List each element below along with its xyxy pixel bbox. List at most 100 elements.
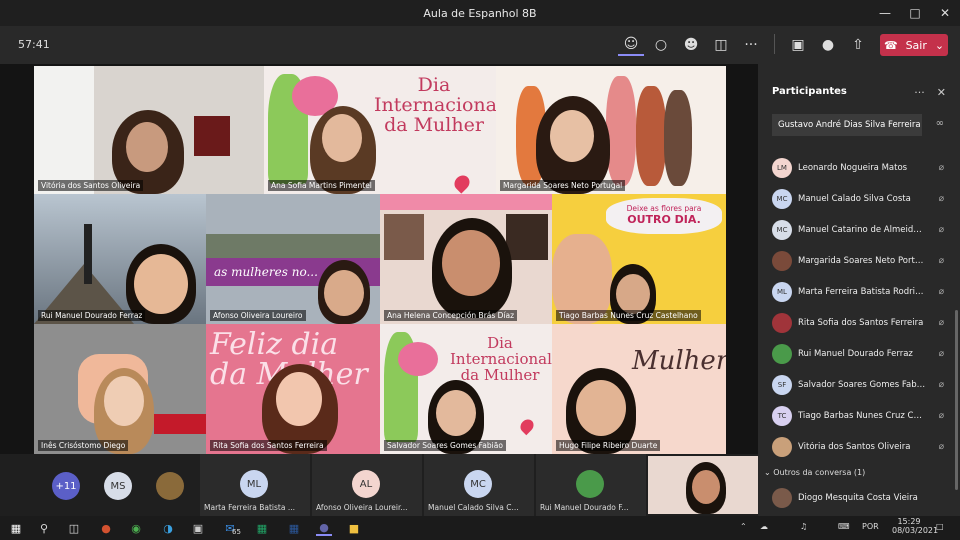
participant-item[interactable]: MC Manuel Catarino de Almeida ... ⌀: [772, 214, 944, 245]
file-explorer-icon[interactable]: ■: [346, 520, 362, 536]
participant-item[interactable]: ML Marta Ferreira Batista Rodrigu... ⌀: [772, 276, 944, 307]
leave-button[interactable]: ☎ Sair ⌄: [880, 34, 948, 56]
avatar: [772, 488, 792, 508]
participant-item[interactable]: MC Manuel Calado Silva Costa ⌀: [772, 183, 944, 214]
video-tile[interactable]: Inês Crisóstomo Diego: [34, 324, 206, 454]
section-header[interactable]: ⌄ Outros da conversa (1): [764, 468, 865, 477]
meeting-toolbar: 57:41 ☺ ○ ☻ ◫ ··· ▣ ● ⇧ ☎ Sair ⌄: [0, 26, 960, 64]
mic-muted-icon: ⌀: [938, 379, 944, 390]
video-tile[interactable]: Deixe as flores para OUTRO DIA. Tiago Ba…: [552, 194, 726, 324]
avatar-initials: MC: [470, 478, 486, 490]
collage-photo: [384, 214, 424, 260]
mic-muted-icon: ⌀: [938, 162, 944, 173]
powerpoint-icon[interactable]: ●: [98, 520, 114, 536]
more-options-icon[interactable]: ···: [914, 86, 925, 99]
clock-time: 15:29: [897, 517, 921, 526]
avatar[interactable]: [156, 472, 184, 500]
chrome-icon[interactable]: ◉: [128, 520, 144, 536]
close-panel-icon[interactable]: ✕: [937, 86, 946, 99]
scrollbar[interactable]: [955, 310, 958, 490]
chevron-down-icon[interactable]: ⌄: [935, 39, 944, 52]
mic-muted-icon: ⌀: [938, 348, 944, 359]
poster-line-1: Deixe as flores para: [626, 204, 702, 213]
edge-icon[interactable]: ◑: [160, 520, 176, 536]
word-icon[interactable]: ▦: [286, 520, 302, 536]
participant-item[interactable]: Rui Manuel Dourado Ferraz ⌀: [772, 338, 944, 369]
mic-muted-icon: ⌀: [938, 224, 944, 235]
camera-icon[interactable]: ▣: [785, 34, 811, 56]
video-tile[interactable]: Margarida Soares Neto Portugal: [496, 66, 726, 194]
store-icon[interactable]: ▣: [190, 520, 206, 536]
participant-item[interactable]: Diogo Mesquita Costa Vieira: [772, 488, 944, 508]
participant-name: Margarida Soares Neto Portu...: [798, 255, 926, 266]
participant-item[interactable]: Margarida Soares Neto Portu... ⌀: [772, 245, 944, 276]
participant-name: Leonardo Nogueira Matos: [798, 162, 908, 173]
maximize-icon[interactable]: □: [900, 0, 930, 26]
participant-item[interactable]: Vitória dos Santos Oliveira ⌀: [772, 431, 944, 462]
overflow-count[interactable]: +11: [52, 472, 80, 500]
avatar[interactable]: MS: [104, 472, 132, 500]
avatar: TC: [772, 405, 792, 426]
illustration-woman: [636, 86, 666, 186]
video-tile[interactable]: Dia Internacional da Mulher Ana Sofia Ma…: [264, 66, 496, 194]
participant-name: Rita Sofia dos Santos Ferreira: [210, 440, 327, 451]
notification-icon[interactable]: □: [936, 522, 944, 531]
participant-card[interactable]: MC Manuel Calado Silva C...: [424, 454, 534, 516]
illustration-banner: [154, 414, 206, 434]
windows-start-icon[interactable]: ▦: [8, 520, 24, 536]
chat-icon[interactable]: ○: [648, 34, 674, 56]
video-tile[interactable]: Mulher Hugo Filipe Ribeiro Duarte: [552, 324, 726, 454]
mic-icon[interactable]: ●: [815, 34, 841, 56]
participant-name: Rita Sofia dos Santos Ferreira: [798, 317, 924, 328]
video-tile[interactable]: Dia Internacional da Mulher Salvador Soa…: [380, 324, 552, 454]
self-preview[interactable]: [648, 456, 758, 514]
share-icon[interactable]: ⇧: [845, 34, 871, 56]
window-title: Aula de Espanhol 8B: [423, 6, 537, 20]
video-tile[interactable]: Rui Manuel Dourado Ferraz: [34, 194, 206, 324]
avatar-initials: AL: [359, 478, 373, 490]
participant-name: Vitória dos Santos Oliveira: [38, 180, 144, 191]
poster-bubble: Deixe as flores para OUTRO DIA.: [606, 198, 722, 234]
video-tile[interactable]: Vitória dos Santos Oliveira: [34, 66, 264, 194]
video-tile[interactable]: Ana Helena Concepción Brás Díaz: [380, 194, 552, 324]
minimize-icon[interactable]: —: [870, 0, 900, 26]
window-titlebar: Aula de Espanhol 8B — □ ✕: [0, 0, 960, 26]
volume-icon[interactable]: ♫: [800, 522, 807, 531]
participant-name: Inês Crisóstomo Diego: [38, 440, 129, 451]
avatar: AL: [352, 470, 380, 498]
input-language[interactable]: POR: [862, 522, 879, 531]
share-tray-icon[interactable]: ◫: [708, 34, 734, 56]
video-tile[interactable]: as mulheres no... Afonso Oliveira Lourei…: [206, 194, 380, 324]
participant-search[interactable]: Gustavo André Dias Silva Ferreira: [772, 114, 922, 136]
clock-date: 08/03/2021: [892, 526, 939, 535]
keyboard-icon[interactable]: ⌨: [838, 522, 850, 531]
clock[interactable]: 15:29 08/03/2021: [892, 517, 938, 535]
teams-icon[interactable]: ●: [316, 520, 332, 536]
participant-name: Vitória dos Santos Oliveira: [798, 441, 911, 452]
avatar: MC: [464, 470, 492, 498]
excel-icon[interactable]: ▦: [254, 520, 270, 536]
participant-strip: +11 MS ML Marta Ferreira Batista ... AL …: [0, 454, 758, 516]
participant-card[interactable]: AL Afonso Oliveira Loureir...: [312, 454, 422, 516]
participant-item[interactable]: LM Leonardo Nogueira Matos ⌀: [772, 152, 944, 183]
close-icon[interactable]: ✕: [930, 0, 960, 26]
video-tile[interactable]: Feliz dia da Mulher Rita Sofia dos Santo…: [206, 324, 380, 454]
participant-card[interactable]: ML Marta Ferreira Batista ...: [200, 454, 310, 516]
participant-card[interactable]: Rui Manuel Dourado F...: [536, 454, 646, 516]
search-icon[interactable]: ⚲: [36, 520, 52, 536]
mic-muted-icon: ⌀: [938, 410, 944, 421]
participant-item[interactable]: TC Tiago Barbas Nunes Cruz Cas... ⌀: [772, 400, 944, 431]
link-icon[interactable]: ∞: [936, 118, 944, 129]
participant-item[interactable]: SF Salvador Soares Gomes Fabião ⌀: [772, 369, 944, 400]
participant-item[interactable]: Rita Sofia dos Santos Ferreira ⌀: [772, 307, 944, 338]
people-icon[interactable]: ☺: [618, 34, 644, 56]
poster-line-2: OUTRO DIA.: [627, 213, 701, 226]
task-view-icon[interactable]: ◫: [66, 520, 82, 536]
more-icon[interactable]: ···: [738, 34, 764, 56]
avatar: [772, 436, 792, 457]
avatar: ML: [240, 470, 268, 498]
reactions-icon[interactable]: ☻: [678, 34, 704, 56]
participant-label: Marta Ferreira Batista ...: [204, 503, 295, 512]
onedrive-icon[interactable]: ☁: [760, 522, 768, 531]
tray-chevron-icon[interactable]: ⌃: [740, 522, 747, 531]
